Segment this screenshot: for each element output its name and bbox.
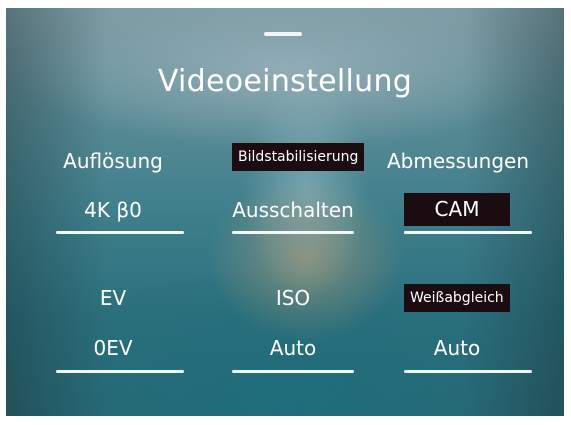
setting-white-balance[interactable]: Weißabgleich Auto bbox=[382, 284, 532, 384]
setting-dimensions-value[interactable]: CAM bbox=[404, 193, 510, 226]
video-settings-screen: Videoeinstellung Auflösung 4K β0 Bildsta… bbox=[6, 8, 564, 416]
setting-resolution[interactable]: Auflösung 4K β0 bbox=[38, 141, 188, 241]
setting-stabilization-value[interactable]: Ausschalten bbox=[218, 198, 368, 222]
setting-resolution-underline bbox=[56, 231, 184, 234]
setting-stabilization-label: Bildstabilisierung bbox=[232, 143, 365, 171]
setting-stabilization[interactable]: Bildstabilisierung Ausschalten bbox=[218, 141, 368, 241]
setting-iso-label: ISO bbox=[275, 286, 311, 310]
setting-ev-underline bbox=[56, 370, 184, 373]
setting-dimensions[interactable]: Abmessungen CAM bbox=[382, 141, 532, 241]
setting-resolution-label: Auflösung bbox=[63, 149, 163, 173]
setting-iso-underline bbox=[232, 370, 354, 373]
setting-ev-label: EV bbox=[99, 286, 127, 310]
setting-white-balance-label: Weißabgleich bbox=[404, 284, 510, 312]
setting-ev-value[interactable]: 0EV bbox=[38, 336, 188, 360]
page-title: Videoeinstellung bbox=[157, 64, 413, 99]
setting-resolution-value[interactable]: 4K β0 bbox=[38, 198, 188, 222]
setting-stabilization-underline bbox=[232, 231, 354, 234]
drag-handle[interactable] bbox=[264, 32, 302, 36]
setting-dimensions-label: Abmessungen bbox=[386, 149, 530, 173]
setting-white-balance-value[interactable]: Auto bbox=[382, 336, 532, 360]
setting-iso-value[interactable]: Auto bbox=[218, 336, 368, 360]
setting-dimensions-underline bbox=[404, 231, 532, 234]
setting-iso[interactable]: ISO Auto bbox=[218, 284, 368, 384]
setting-ev[interactable]: EV 0EV bbox=[38, 284, 188, 384]
setting-white-balance-underline bbox=[404, 370, 532, 373]
